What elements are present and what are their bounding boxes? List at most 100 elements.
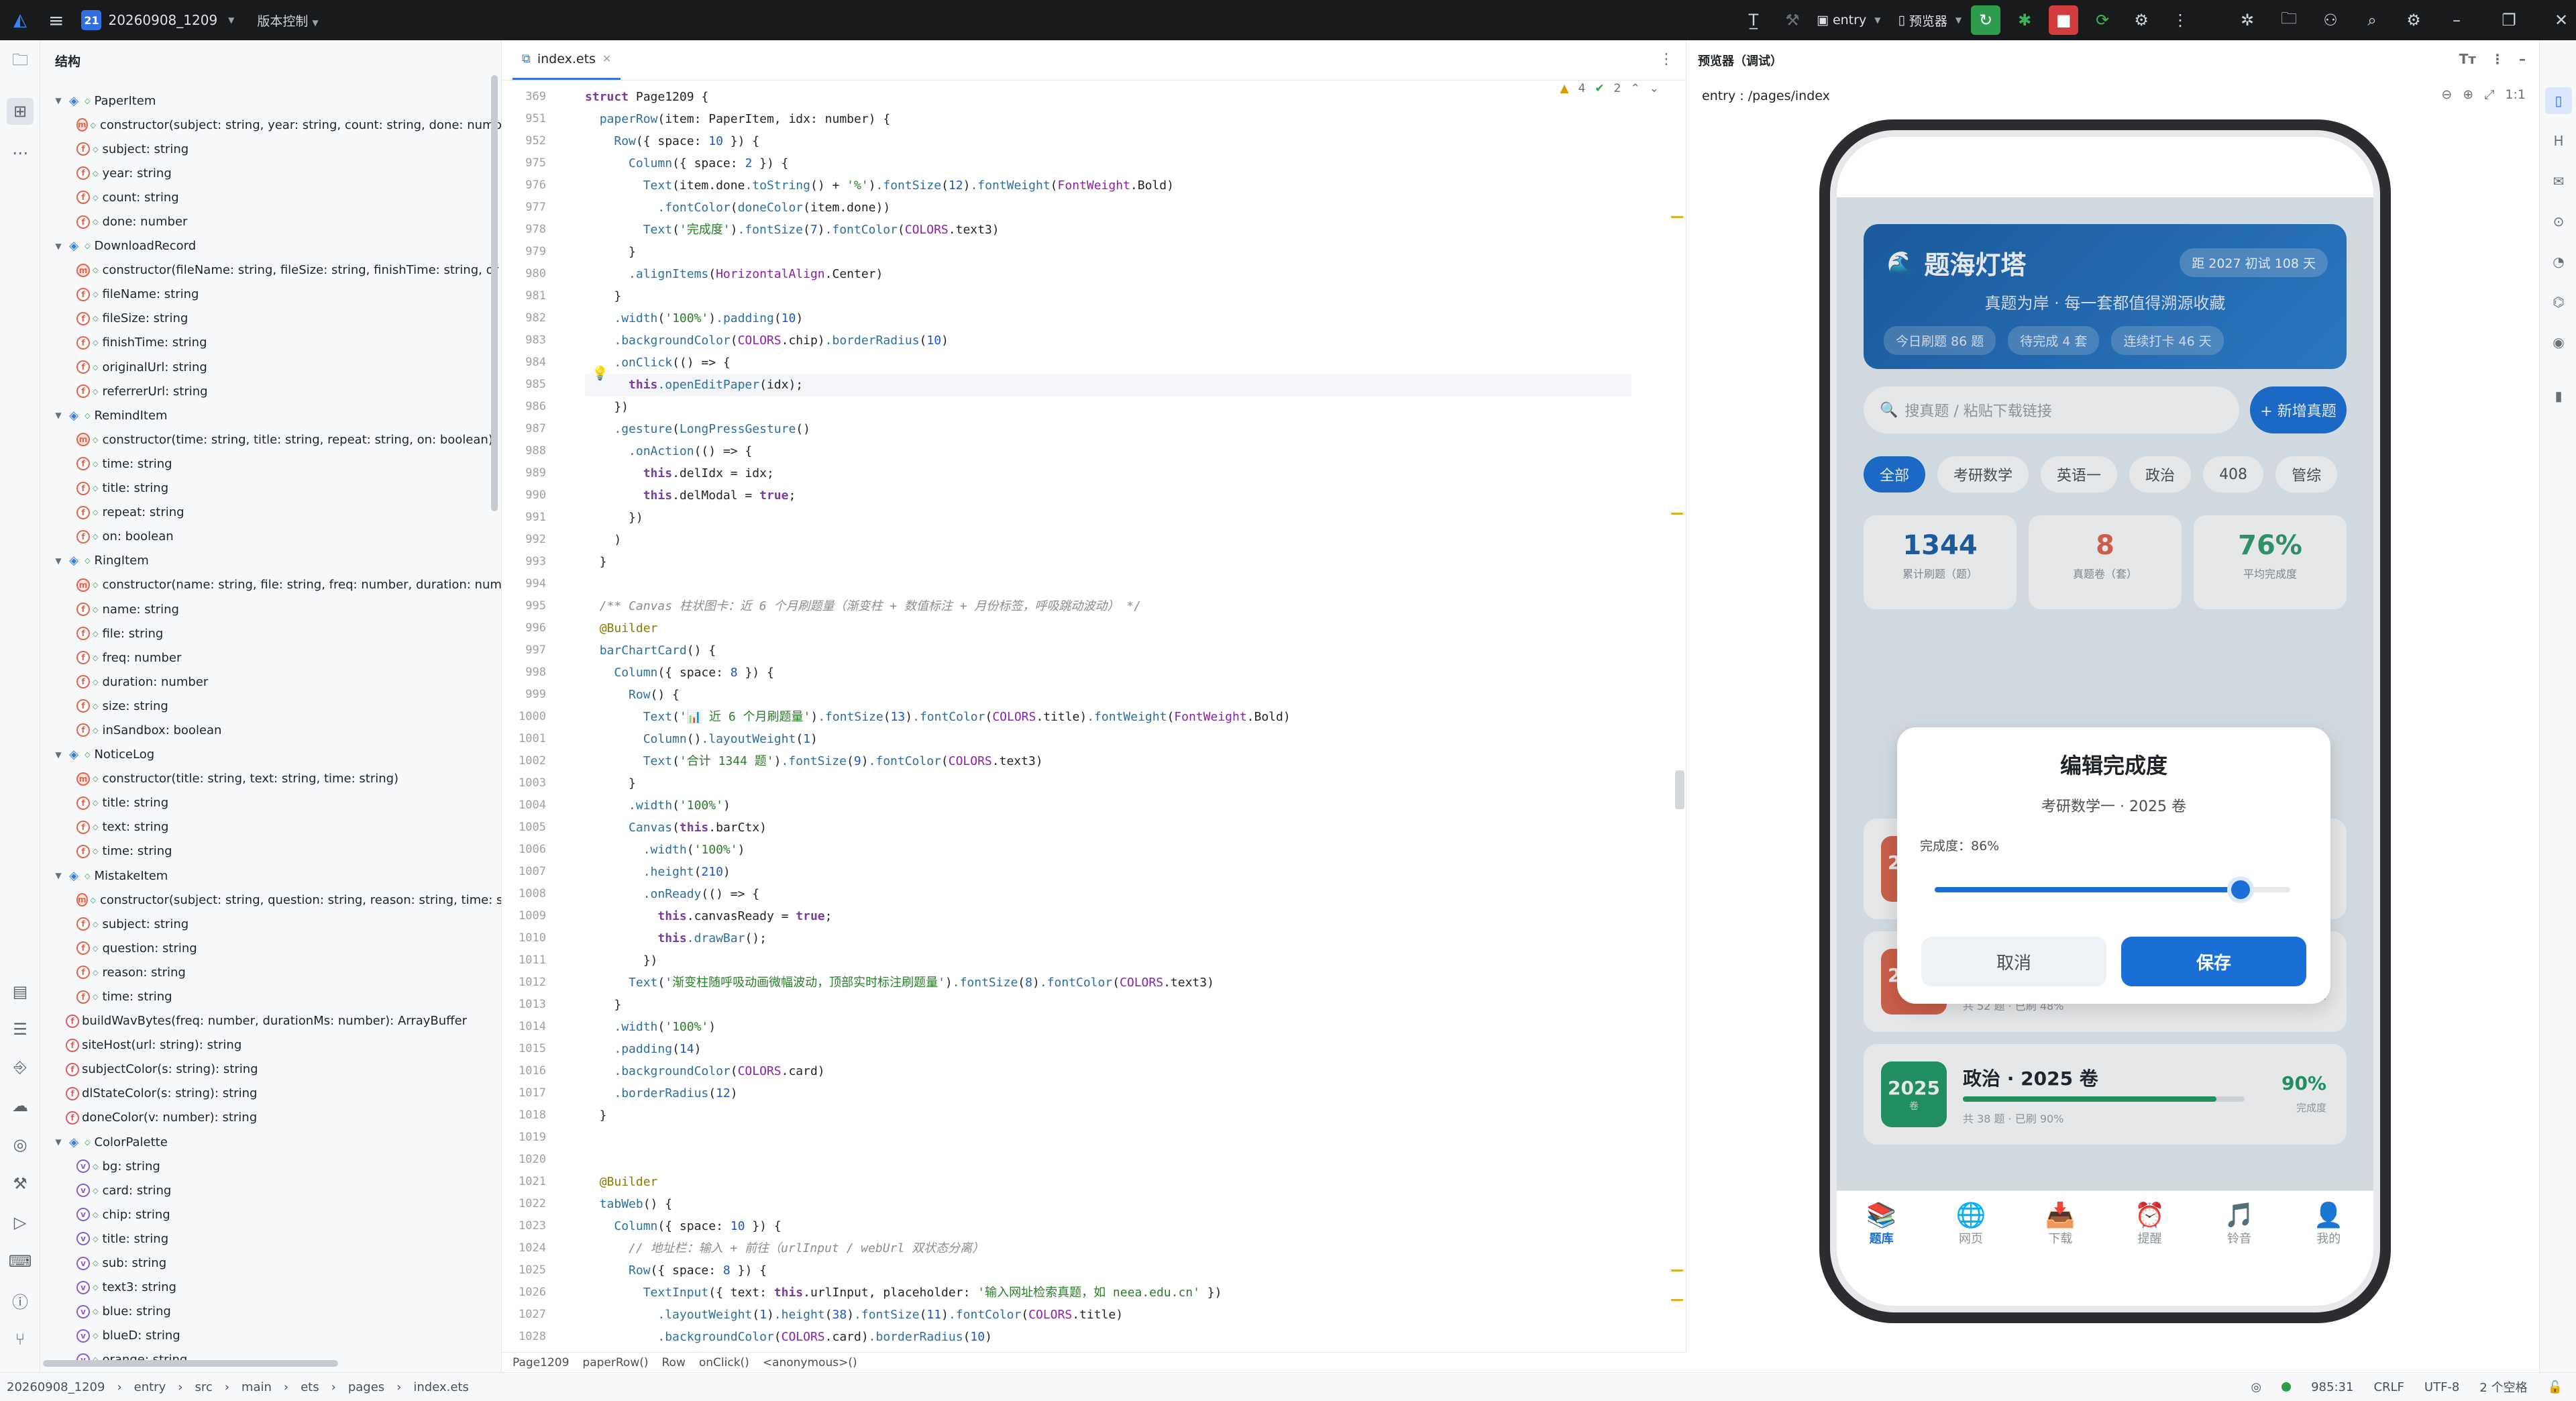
code-line[interactable]: .backgroundColor(COLORS.card) — [585, 1060, 1631, 1082]
tree-item[interactable]: f ◇ count: string — [40, 185, 501, 209]
eye-icon[interactable]: ◉ — [2545, 329, 2572, 356]
code-line[interactable]: @Builder — [585, 617, 1631, 639]
tree-item[interactable]: f siteHost(url: string): string — [40, 1033, 501, 1057]
warning-marker[interactable] — [1671, 216, 1683, 218]
lightbulb-icon[interactable]: 💡 — [592, 365, 608, 381]
project-switcher[interactable]: 21 20260908_1209 ▼ — [81, 10, 234, 30]
code-line[interactable]: .width('100%') — [585, 794, 1631, 817]
zoom-out-icon[interactable]: ⊖ — [2441, 87, 2452, 102]
save-button[interactable]: 保存 — [2121, 937, 2306, 986]
line-separator[interactable]: CRLF — [2373, 1380, 2404, 1394]
tree-item[interactable]: f ◇ fileSize: string — [40, 307, 501, 331]
tree-item[interactable]: f ◇ title: string — [40, 476, 501, 501]
code-line[interactable]: }) — [585, 949, 1631, 972]
tree-item[interactable]: v ◇ text3: string — [40, 1276, 501, 1300]
code-line[interactable]: .onClick(() => { — [585, 352, 1631, 374]
path-segment[interactable]: 20260908_1209 — [7, 1380, 105, 1394]
code-line[interactable]: tabWeb() { — [585, 1193, 1631, 1215]
tree-item[interactable]: f ◇ title: string — [40, 791, 501, 815]
path-segment[interactable]: entry — [134, 1380, 166, 1394]
tree-item[interactable]: f ◇ freq: number — [40, 645, 501, 670]
expand-arrow-icon[interactable]: ▼ — [51, 1137, 66, 1147]
tab-1[interactable]: 📚 题库 — [1866, 1202, 1896, 1247]
code-area[interactable]: struct Page1209 { paperRow(item: PaperIt… — [585, 86, 1631, 1348]
code-line[interactable]: @Builder — [585, 1171, 1631, 1193]
code-line[interactable] — [585, 1149, 1631, 1171]
app-analyzer-icon[interactable]: ◔ — [2545, 248, 2572, 275]
code-line[interactable]: Column({ space: 8 }) { — [585, 662, 1631, 684]
close-window-icon[interactable]: ✕ — [2546, 5, 2576, 35]
tree-item[interactable]: f ◇ reason: string — [40, 960, 501, 984]
device-manager-icon[interactable]: ⌬ — [2545, 289, 2572, 315]
code-line[interactable]: .height(210) — [585, 861, 1631, 883]
code-line[interactable]: Row({ space: 8 }) { — [585, 1259, 1631, 1282]
breadcrumb-item[interactable]: <anonymous>() — [763, 1356, 857, 1369]
code-line[interactable]: this.delIdx = idx; — [585, 462, 1631, 484]
tree-item[interactable]: f ◇ question: string — [40, 936, 501, 960]
tree-item[interactable]: f dlStateColor(s: string): string — [40, 1082, 501, 1106]
path-segment[interactable]: ets — [301, 1380, 319, 1394]
indent-setting[interactable]: 2 个空格 — [2479, 1378, 2527, 1396]
code-line[interactable]: Column({ space: 2 }) { — [585, 152, 1631, 174]
tree-item[interactable]: m ◇ constructor(subject: string, question:… — [40, 888, 501, 912]
code-line[interactable]: } — [585, 994, 1631, 1016]
text-format-icon[interactable]: T̲ — [1739, 5, 1768, 35]
expand-arrow-icon[interactable]: ▼ — [51, 242, 66, 251]
tree-item[interactable]: ▼ ◈ ◇ RingItem — [40, 549, 501, 573]
more-icon[interactable]: ⋮ — [2491, 51, 2504, 67]
path-segment[interactable]: src — [195, 1380, 212, 1394]
code-line[interactable]: .width('100%') — [585, 839, 1631, 861]
tree-item[interactable]: v ◇ card: string — [40, 1178, 501, 1202]
services-icon[interactable]: ⎆ — [7, 1053, 34, 1080]
dialog-mask[interactable] — [1837, 197, 2373, 1190]
cursor-position[interactable]: 985:31 — [2311, 1380, 2353, 1394]
code-line[interactable]: .backgroundColor(COLORS.card).borderRadi… — [585, 1326, 1631, 1348]
file-encoding[interactable]: UTF-8 — [2424, 1380, 2459, 1394]
cancel-button[interactable]: 取消 — [1921, 937, 2106, 986]
terminal-list-icon[interactable]: ☰ — [7, 1016, 34, 1043]
hvigor-icon[interactable]: H — [2545, 127, 2572, 154]
structure-view-icon[interactable]: ⊞ — [7, 98, 34, 125]
code-line[interactable]: this.openEditPaper(idx); — [585, 374, 1631, 396]
restore-icon[interactable]: ❐ — [2494, 5, 2524, 35]
tree-item[interactable]: f ◇ inSandbox: boolean — [40, 718, 501, 742]
tree-item[interactable]: v ◇ blue: string — [40, 1300, 501, 1324]
code-line[interactable]: .padding(14) — [585, 1038, 1631, 1060]
expand-arrow-icon[interactable]: ▼ — [51, 871, 66, 880]
tree-item[interactable]: f ◇ referrerUrl: string — [40, 379, 501, 403]
slider-knob[interactable] — [2226, 876, 2254, 903]
tree-item[interactable]: ▼ ◈ ◇ PaperItem — [40, 89, 501, 113]
tree-item[interactable]: f ◇ subject: string — [40, 912, 501, 936]
expand-arrow-icon[interactable]: ▼ — [51, 750, 66, 760]
folder-icon[interactable]: 🗀 — [2274, 5, 2304, 35]
path-segment[interactable]: main — [241, 1380, 272, 1394]
tree-item[interactable]: f doneColor(v: number): string — [40, 1106, 501, 1130]
font-size-icon[interactable]: Tт — [2459, 51, 2476, 67]
code-line[interactable]: Text('合计 1344 题').fontSize(9).fontColor(… — [585, 750, 1631, 772]
debug-icon[interactable]: ✱ — [2010, 5, 2039, 35]
structure-scrollbar[interactable] — [491, 75, 498, 511]
tree-item[interactable]: f ◇ originalUrl: string — [40, 355, 501, 379]
apply-changes-icon[interactable]: ⟳ — [2088, 5, 2117, 35]
tree-item[interactable]: m ◇ constructor(fileName: string, fileSize… — [40, 258, 501, 282]
code-line[interactable]: .alignItems(HorizontalAlign.Center) — [585, 263, 1631, 285]
tree-item[interactable]: v ◇ blueD: string — [40, 1324, 501, 1348]
profiler-strip-icon[interactable]: ◎ — [7, 1131, 34, 1158]
tab-menu-icon[interactable]: ⋮ — [1659, 51, 1674, 68]
code-line[interactable]: .onReady(() => { — [585, 883, 1631, 905]
code-line[interactable]: } — [585, 241, 1631, 263]
tree-item[interactable]: f ◇ text: string — [40, 815, 501, 839]
tree-item[interactable]: f buildWavBytes(freq: number, durationMs:… — [40, 1009, 501, 1033]
tree-item[interactable]: ▼ ◈ ◇ NoticeLog — [40, 743, 501, 767]
tree-item[interactable]: f ◇ time: string — [40, 984, 501, 1008]
code-line[interactable]: } — [585, 285, 1631, 307]
tree-item[interactable]: f subjectColor(s: string): string — [40, 1057, 501, 1082]
warning-marker[interactable] — [1671, 1269, 1683, 1272]
tree-item[interactable]: f ◇ fileName: string — [40, 282, 501, 307]
path-segment[interactable]: pages — [348, 1380, 384, 1394]
code-line[interactable]: } — [585, 772, 1631, 794]
git-icon[interactable]: ⑂ — [7, 1326, 34, 1353]
tab-index-ets[interactable]: ⧉ index.ets ✕ — [513, 40, 621, 80]
code-line[interactable]: this.delModal = true; — [585, 484, 1631, 507]
warning-marker[interactable] — [1671, 1299, 1683, 1301]
